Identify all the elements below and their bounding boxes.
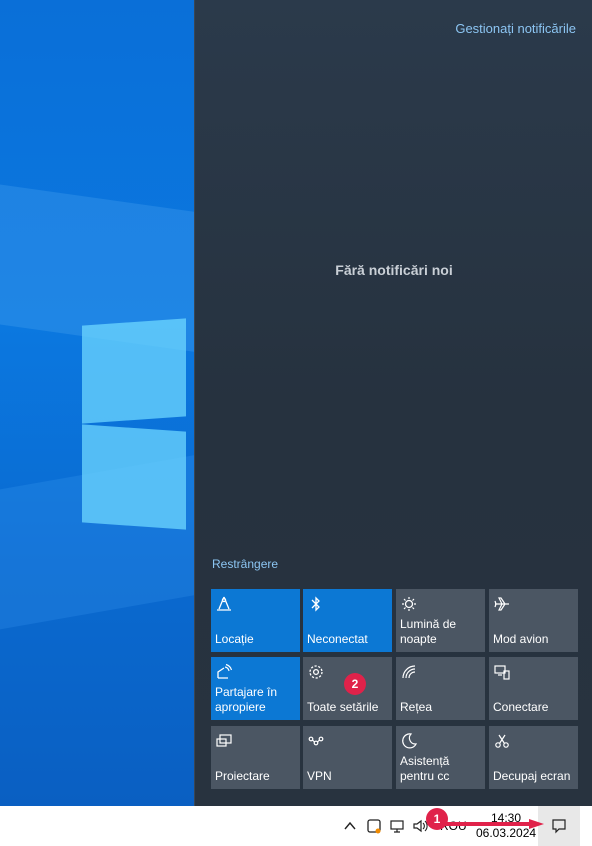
annotation-arrow [444, 819, 544, 829]
tile-label: Rețea [400, 700, 433, 714]
manage-notifications-link[interactable]: Gestionați notificările [455, 21, 576, 36]
airplane-icon [494, 597, 509, 611]
screen-snip-icon [495, 734, 509, 748]
tile-connect[interactable]: Conectare [489, 657, 578, 720]
notification-icon [552, 819, 566, 834]
tile-label: Lumină de noapte [400, 617, 457, 646]
location-icon [217, 596, 231, 611]
network-icon [402, 665, 416, 679]
annotation-marker-2: 2 [344, 673, 366, 695]
vpn-icon [308, 736, 324, 746]
action-center-button[interactable] [538, 806, 580, 846]
chevron-up-icon[interactable] [342, 818, 358, 834]
nearby-sharing-icon [217, 663, 233, 679]
tile-project[interactable]: Proiectare [211, 726, 300, 789]
tile-label: Decupaj ecran [493, 769, 571, 783]
connect-icon [494, 665, 510, 680]
app-tray-icon[interactable] [366, 818, 382, 834]
night-light-icon [402, 597, 416, 611]
bluetooth-icon [311, 596, 320, 612]
tile-vpn[interactable]: VPN [303, 726, 392, 789]
tile-label: Partajare în apropiere [215, 685, 278, 714]
windows-logo-pane [82, 424, 186, 530]
tile-bluetooth[interactable]: Neconectat [303, 589, 392, 652]
tile-label: Mod avion [493, 632, 549, 646]
tile-label: Locație [215, 632, 254, 646]
desktop-taskbar-area [0, 806, 194, 846]
tile-label: VPN [307, 769, 332, 783]
focus-assist-icon [402, 733, 418, 749]
network-monitor-icon[interactable] [389, 818, 405, 834]
tile-label: Conectare [493, 700, 549, 714]
action-center: Gestionați notificările Fără notificări … [194, 0, 592, 806]
tile-nearby-sharing[interactable]: Partajare în apropiere [211, 657, 300, 720]
tile-location[interactable]: Locație [211, 589, 300, 652]
windows-logo-pane [82, 318, 186, 424]
project-icon [216, 734, 232, 747]
tile-night-light[interactable]: Lumină de noapte [396, 589, 485, 652]
settings-gear-icon [309, 665, 323, 679]
tile-label: Asistență pentru cc [400, 754, 450, 783]
collapse-link[interactable]: Restrângere [212, 557, 278, 571]
tile-screen-snip[interactable]: Decupaj ecran [489, 726, 578, 789]
desktop-wallpaper [0, 0, 194, 806]
tile-label: Proiectare [215, 769, 270, 783]
tile-label: Toate setările [307, 700, 379, 714]
tile-focus-assist[interactable]: Asistență pentru cc [396, 726, 485, 789]
tile-network[interactable]: Rețea [396, 657, 485, 720]
no-notifications-text: Fără notificări noi [335, 262, 453, 278]
tile-label: Neconectat [307, 632, 368, 646]
tile-airplane-mode[interactable]: Mod avion [489, 589, 578, 652]
